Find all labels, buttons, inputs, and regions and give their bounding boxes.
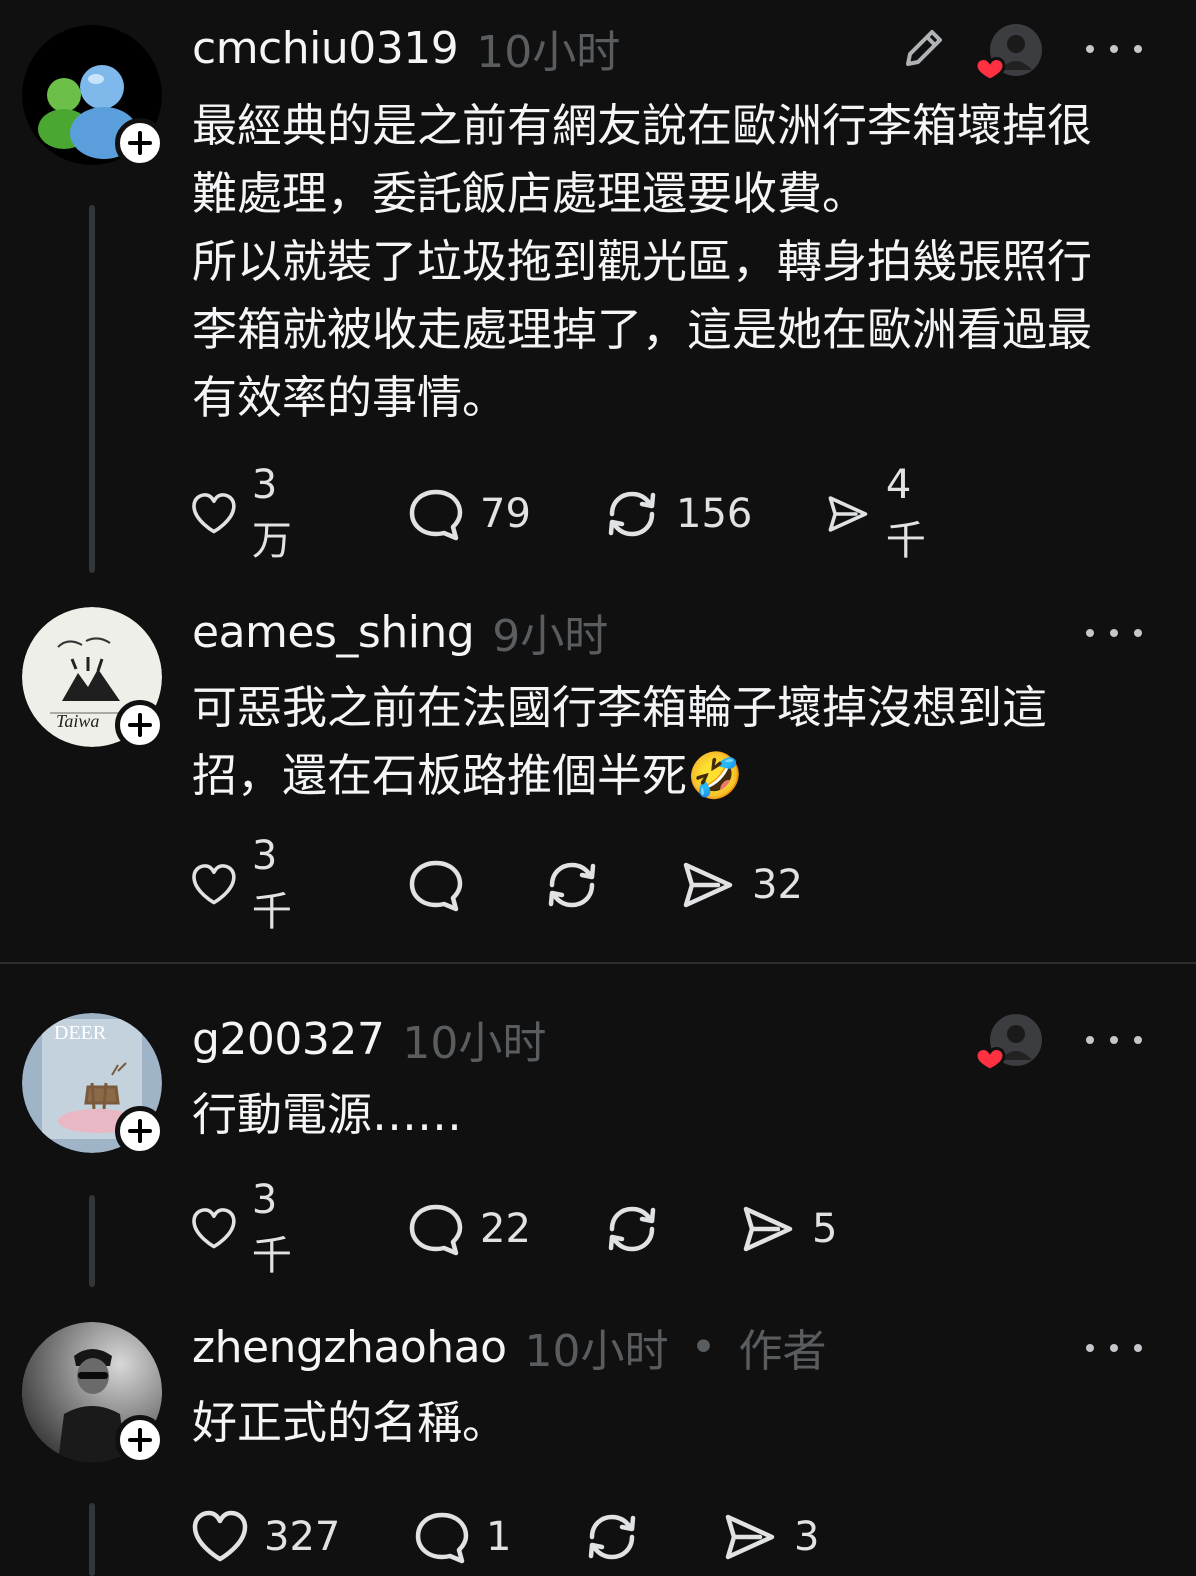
thread-line [89, 1503, 95, 1576]
liked-by-avatar [974, 1014, 1042, 1072]
follow-plus-icon[interactable] [115, 1106, 165, 1156]
follow-plus-icon[interactable] [115, 700, 165, 750]
post-header: zhengzhaohao 10小时 • 作者 [192, 1317, 827, 1378]
timestamp: 10小时 [476, 27, 621, 78]
avatar-text: DEER [54, 1022, 107, 1044]
content-line: 可惡我之前在法國行李箱輪子壞掉沒想到這 [192, 681, 1048, 734]
heart-icon [192, 864, 236, 905]
thread-line [89, 1195, 95, 1287]
share-button[interactable]: 4千 [824, 462, 938, 564]
content-line: 有效率的事情。 [192, 371, 508, 424]
like-count: 3万 [251, 462, 292, 564]
heart-icon [192, 1510, 248, 1562]
more-icon[interactable] [1086, 1025, 1142, 1055]
comment-count: 1 [486, 1514, 512, 1560]
content-line: 招，還在石板路推個半死🤣 [192, 749, 744, 802]
share-icon [683, 862, 733, 908]
timestamp: 10小时 [524, 1326, 669, 1377]
comment-icon [409, 1204, 463, 1256]
comment-button[interactable]: 1 [412, 1507, 511, 1567]
section-divider [0, 962, 1196, 964]
liked-by-avatar [974, 24, 1042, 82]
post-header: eames_shing 9小时 [192, 602, 609, 663]
separator-dot: • [690, 1321, 717, 1373]
post-header: cmchiu0319 10小时 [192, 18, 621, 79]
like-count: 3千 [251, 1177, 292, 1279]
repost-button[interactable] [602, 1199, 662, 1259]
post-header: g200327 10小时 [192, 1009, 547, 1070]
share-button[interactable]: 32 [678, 855, 803, 915]
repost-icon [588, 1514, 636, 1560]
like-button[interactable]: 3千 [190, 833, 304, 935]
repost-button[interactable] [542, 855, 602, 915]
comment-button[interactable]: 79 [406, 484, 531, 544]
like-button[interactable]: 3千 [190, 1177, 304, 1279]
post-content: 行動電源…… [192, 1081, 1157, 1149]
heart-icon [974, 57, 1006, 82]
content-line: 難處理，委託飯店處理還要收費。 [192, 167, 868, 220]
content-line: 所以就裝了垃圾拖到觀光區，轉身拍幾張照行 [192, 235, 1093, 288]
avatar-wrap[interactable]: Taiwa [22, 607, 165, 750]
repost-icon [548, 862, 596, 908]
repost-button[interactable]: 156 [602, 484, 752, 544]
content-line: 行動電源…… [192, 1088, 463, 1141]
avatar-wrap[interactable] [22, 25, 165, 168]
heart-icon [192, 493, 236, 534]
avatar-text: Taiwa [56, 711, 99, 731]
username[interactable]: zhengzhaohao [192, 1322, 507, 1373]
liked-by-author-badge[interactable] [972, 1012, 1042, 1072]
more-icon[interactable] [1086, 618, 1142, 648]
username[interactable]: g200327 [192, 1014, 385, 1065]
timestamp: 9小时 [492, 611, 609, 662]
repost-icon [608, 491, 656, 537]
share-count: 3 [794, 1514, 820, 1560]
comment-icon [409, 489, 463, 541]
share-count: 5 [812, 1206, 838, 1252]
repost-count: 156 [676, 491, 753, 537]
like-count: 3千 [251, 833, 292, 935]
post-content: 最經典的是之前有網友說在歐洲行李箱壞掉很 難處理，委託飯店處理還要收費。 所以就… [192, 92, 1157, 432]
share-button[interactable]: 5 [738, 1199, 837, 1259]
thread-line [89, 205, 95, 573]
share-icon [725, 1514, 775, 1560]
username[interactable]: cmchiu0319 [192, 23, 459, 74]
more-icon[interactable] [1086, 34, 1142, 64]
content-line: 好正式的名稱。 [192, 1396, 508, 1449]
comment-count: 79 [480, 491, 531, 537]
edit-icon[interactable] [898, 22, 950, 74]
username[interactable]: eames_shing [192, 607, 475, 658]
share-count: 4千 [885, 462, 926, 564]
more-icon[interactable] [1086, 1333, 1142, 1363]
repost-button[interactable] [582, 1507, 642, 1567]
post-content: 好正式的名稱。 [192, 1389, 1157, 1457]
share-icon [828, 496, 868, 532]
follow-plus-icon[interactable] [115, 118, 165, 168]
share-icon [743, 1206, 793, 1252]
like-button[interactable]: 327 [190, 1507, 340, 1567]
comment-count: 22 [480, 1206, 531, 1252]
content-line: 李箱就被收走處理掉了，這是她在歐洲看過最 [192, 303, 1093, 356]
comment-button[interactable] [406, 855, 466, 915]
avatar-wrap[interactable] [22, 1322, 165, 1465]
heart-icon [192, 1208, 236, 1249]
post-content: 可惡我之前在法國行李箱輪子壞掉沒想到這 招，還在石板路推個半死🤣 [192, 674, 1157, 810]
liked-by-author-badge[interactable] [972, 22, 1042, 82]
follow-plus-icon[interactable] [115, 1415, 165, 1465]
share-count: 32 [752, 862, 803, 908]
like-count: 327 [264, 1514, 341, 1560]
share-button[interactable]: 3 [720, 1507, 819, 1567]
avatar-wrap[interactable]: DEER [22, 1013, 165, 1156]
comment-icon [415, 1512, 469, 1564]
timestamp: 10小时 [402, 1018, 547, 1069]
repost-icon [608, 1206, 656, 1252]
comment-icon [409, 860, 463, 912]
heart-icon [974, 1047, 1006, 1072]
content-line: 最經典的是之前有網友說在歐洲行李箱壞掉很 [192, 99, 1093, 152]
comment-button[interactable]: 22 [406, 1199, 531, 1259]
like-button[interactable]: 3万 [190, 462, 304, 564]
author-label: 作者 [738, 1326, 827, 1377]
